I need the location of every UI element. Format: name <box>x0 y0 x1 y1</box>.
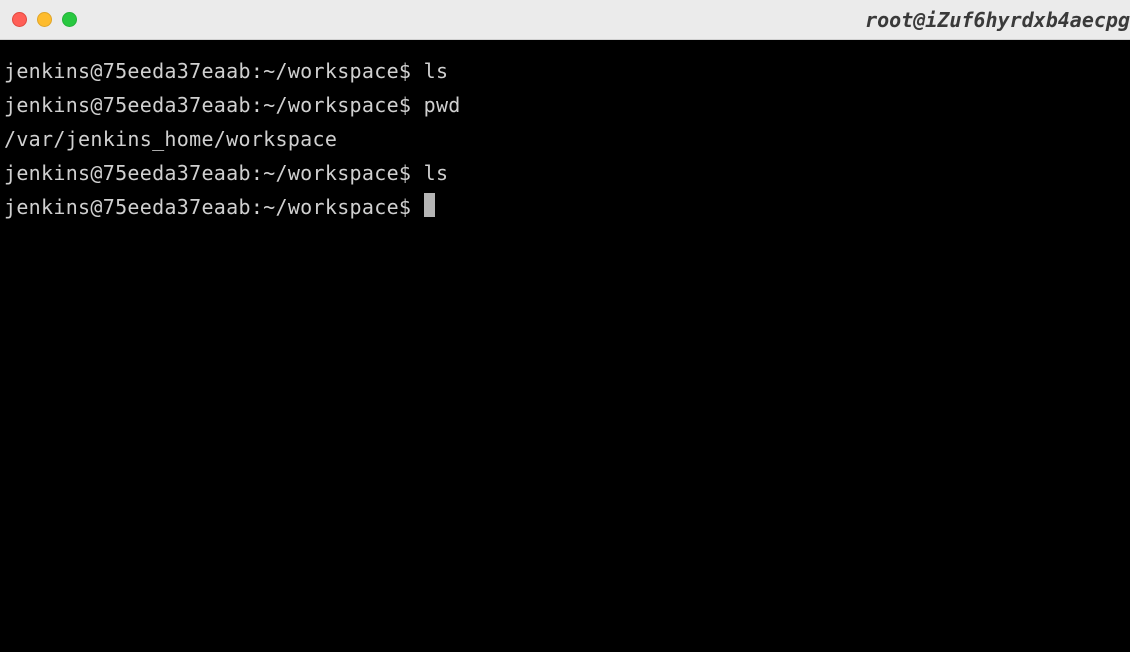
terminal-body[interactable]: jenkins@75eeda37eaab:~/workspace$ lsjenk… <box>0 40 1130 652</box>
shell-prompt: jenkins@75eeda37eaab:~/workspace$ <box>4 59 424 83</box>
minimize-window-button[interactable] <box>37 12 52 27</box>
terminal-line: /var/jenkins_home/workspace <box>4 122 1126 156</box>
shell-output: /var/jenkins_home/workspace <box>4 127 337 151</box>
shell-prompt: jenkins@75eeda37eaab:~/workspace$ <box>4 195 424 219</box>
shell-command: pwd <box>424 93 461 117</box>
terminal-line: jenkins@75eeda37eaab:~/workspace$ pwd <box>4 88 1126 122</box>
zoom-window-button[interactable] <box>62 12 77 27</box>
terminal-line: jenkins@75eeda37eaab:~/workspace$ ls <box>4 156 1126 190</box>
terminal-line: jenkins@75eeda37eaab:~/workspace$ ls <box>4 54 1126 88</box>
close-window-button[interactable] <box>12 12 27 27</box>
shell-prompt: jenkins@75eeda37eaab:~/workspace$ <box>4 93 424 117</box>
cursor-icon <box>424 193 435 217</box>
terminal-line: jenkins@75eeda37eaab:~/workspace$ <box>4 190 1126 224</box>
shell-command: ls <box>424 59 449 83</box>
window-titlebar: root@iZuf6hyrdxb4aecpg <box>0 0 1130 40</box>
shell-prompt: jenkins@75eeda37eaab:~/workspace$ <box>4 161 424 185</box>
traffic-lights <box>12 12 77 27</box>
shell-command: ls <box>424 161 449 185</box>
window-title: root@iZuf6hyrdxb4aecpg <box>865 8 1130 32</box>
